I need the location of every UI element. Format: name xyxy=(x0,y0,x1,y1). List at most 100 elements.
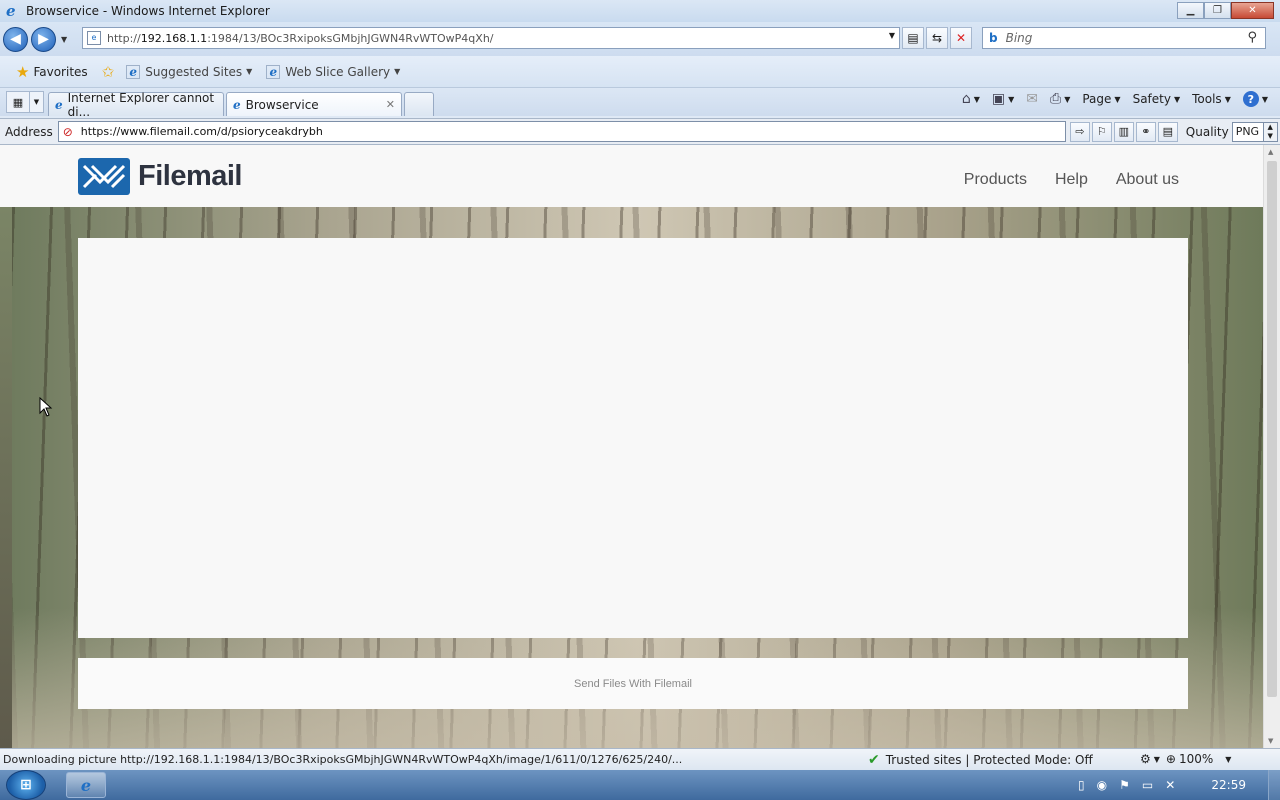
nav-about-link[interactable]: About us xyxy=(1116,171,1179,189)
rss-icon: ▣ xyxy=(991,91,1006,107)
privacy-icon[interactable]: ⚙ xyxy=(1140,752,1151,766)
title-bar: e Browservice - Windows Internet Explore… xyxy=(0,0,1280,22)
status-text: Downloading picture http://192.168.1.1:1… xyxy=(3,753,683,766)
nav-help-link[interactable]: Help xyxy=(1055,171,1088,189)
filemail-logo-icon xyxy=(78,158,130,195)
refresh-icon[interactable]: ⇆ xyxy=(926,27,948,49)
star-icon: ★ xyxy=(16,62,30,81)
restore-button[interactable]: ❐ xyxy=(1204,2,1231,19)
save-icon[interactable]: ▥ xyxy=(1113,121,1134,142)
filemail-logo[interactable]: Filemail xyxy=(78,158,243,195)
feeds-button[interactable]: ▣ ▼ xyxy=(992,91,1014,107)
go-arrow-icon[interactable]: ⇨ xyxy=(1069,121,1090,142)
url-text[interactable]: http://192.168.1.1:1984/13/BOc3RxipoksGM… xyxy=(107,32,494,45)
site-nav: Products Help About us xyxy=(936,171,1179,189)
home-button[interactable]: ⌂ ▼ xyxy=(962,91,980,107)
quality-selector[interactable]: PNG ▲ ▼ xyxy=(1231,121,1278,142)
display-icon[interactable]: ▭ xyxy=(1142,778,1153,792)
system-tray: ▯ ◉ ⚑ ▭ ✕ 22:59 xyxy=(1070,770,1280,800)
taskbar: ⊞ e ▯ ◉ ⚑ ▭ ✕ 22:59 xyxy=(0,770,1280,800)
zone-text: Trusted sites | Protected Mode: Off xyxy=(885,753,1093,767)
site-header: Filemail Products Help About us xyxy=(0,145,1263,207)
print-icon: ⎙ xyxy=(1050,91,1062,107)
volume-muted-icon[interactable]: ✕ xyxy=(1165,778,1175,792)
address-input[interactable]: ⊘ https://www.filemail.com/d/psioryceakd… xyxy=(57,121,1066,142)
safety-menu[interactable]: Safety ▼ xyxy=(1133,92,1181,106)
ie-page-icon: e xyxy=(126,64,141,79)
scrollbar-thumb[interactable] xyxy=(1267,161,1277,697)
chevron-down-icon: ▼ xyxy=(246,67,253,76)
address-url[interactable]: https://www.filemail.com/d/psioryceakdry… xyxy=(81,125,323,138)
scroll-up-icon[interactable]: ▲ xyxy=(1268,148,1273,156)
background-edge xyxy=(0,207,12,748)
document-icon[interactable]: ▯ xyxy=(1078,778,1085,792)
tab-label: Internet Explorer cannot di... xyxy=(67,90,215,119)
favorites-label: Favorites xyxy=(33,64,88,79)
footer-panel: Send Files With Filemail xyxy=(78,658,1188,709)
bookmark-icon[interactable]: ⚐ xyxy=(1091,121,1112,142)
quality-value: PNG xyxy=(1235,125,1260,138)
url-dropdown-arrow[interactable]: ▼ xyxy=(889,31,895,40)
forward-button[interactable]: ▶ xyxy=(31,26,56,52)
ie-page-icon: e xyxy=(266,64,281,79)
compatibility-view-icon[interactable]: ▤ xyxy=(902,27,924,49)
quality-spinner[interactable]: ▲ ▼ xyxy=(1262,122,1277,141)
back-button[interactable]: ◀ xyxy=(3,26,28,52)
favorites-button[interactable]: ★ Favorites xyxy=(16,63,88,81)
nav-products-link[interactable]: Products xyxy=(964,171,1027,189)
quick-tabs-button[interactable]: ▦ xyxy=(6,91,30,113)
network-icon[interactable]: ◉ xyxy=(1097,778,1107,792)
new-tab-button[interactable] xyxy=(404,92,434,116)
close-button[interactable]: ✕ xyxy=(1231,2,1274,19)
help-icon: ? xyxy=(1242,91,1259,107)
browservice-address-bar: Address ⊘ https://www.filemail.com/d/psi… xyxy=(0,118,1280,145)
find-icon[interactable]: ⚭ xyxy=(1135,121,1156,142)
minimize-button[interactable]: ▁ xyxy=(1177,2,1204,19)
flag-icon[interactable]: ⚑ xyxy=(1119,778,1130,792)
recent-pages-dropdown[interactable]: ▼ xyxy=(61,35,67,44)
search-placeholder: Bing xyxy=(1005,31,1033,45)
web-slice-gallery-label: Web Slice Gallery xyxy=(285,64,391,79)
page-viewport[interactable]: Filemail Products Help About us Send Fil… xyxy=(0,145,1280,748)
scroll-down-icon[interactable]: ▼ xyxy=(1268,737,1273,745)
suggested-sites-button[interactable]: e Suggested Sites ▼ xyxy=(126,64,253,79)
help-menu[interactable]: ? ▼ xyxy=(1242,91,1268,107)
close-tab-icon[interactable]: ✕ xyxy=(386,98,395,111)
home-icon: ⌂ xyxy=(961,91,971,107)
web-slice-gallery-button[interactable]: e Web Slice Gallery ▼ xyxy=(266,64,401,79)
clipboard-icon[interactable]: ▤ xyxy=(1157,121,1178,142)
address-tools: ⇨ ⚐ ▥ ⚭ ▤ xyxy=(1069,121,1180,142)
quality-label: Quality xyxy=(1185,124,1229,139)
tools-menu[interactable]: Tools ▼ xyxy=(1192,92,1231,106)
search-box[interactable]: b Bing ⚲ xyxy=(982,27,1266,49)
ie-logo-icon: e xyxy=(6,2,16,20)
clock[interactable]: 22:59 xyxy=(1211,778,1246,792)
suggested-sites-label: Suggested Sites xyxy=(145,64,243,79)
security-zone[interactable]: ✔ Trusted sites | Protected Mode: Off xyxy=(868,752,1093,768)
chevron-down-icon: ▼ xyxy=(394,67,401,76)
footer-text[interactable]: Send Files With Filemail xyxy=(574,678,692,690)
status-bar: Downloading picture http://192.168.1.1:1… xyxy=(0,748,1280,770)
add-favorite-button[interactable]: ✩ xyxy=(102,63,119,81)
tab-browservice[interactable]: e Browservice ✕ xyxy=(226,92,402,116)
url-bar[interactable]: e http://192.168.1.1:1984/13/BOc3Rxipoks… xyxy=(82,27,900,49)
tab-list-dropdown[interactable]: ▼ xyxy=(30,91,44,113)
taskbar-ie-button[interactable]: e xyxy=(66,772,106,798)
window-controls: ▁ ❐ ✕ xyxy=(1177,2,1274,19)
zoom-level[interactable]: 100% xyxy=(1179,752,1213,766)
checkmark-icon: ✔ xyxy=(868,752,880,768)
vertical-scrollbar[interactable]: ▲ ▼ xyxy=(1263,145,1280,748)
page-menu[interactable]: Page ▼ xyxy=(1082,92,1120,106)
start-button[interactable]: ⊞ xyxy=(6,770,46,800)
tab-ie-cannot-display[interactable]: e Internet Explorer cannot di... xyxy=(48,90,224,119)
print-button[interactable]: ⎙ ▼ xyxy=(1050,91,1070,107)
show-desktop-button[interactable] xyxy=(1268,770,1280,800)
search-icon[interactable]: ⚲ xyxy=(1247,30,1257,45)
add-favorite-icon: ✩ xyxy=(101,62,115,81)
zoom-dropdown[interactable]: ▼ xyxy=(1225,755,1231,764)
mail-button[interactable]: ✉ xyxy=(1026,91,1038,107)
address-label: Address xyxy=(5,124,53,139)
no-security-icon: ⊘ xyxy=(62,124,73,139)
stop-icon[interactable]: ✕ xyxy=(950,27,972,49)
favorites-bar: ★ Favorites ✩ e Suggested Sites ▼ e Web … xyxy=(0,56,1280,88)
